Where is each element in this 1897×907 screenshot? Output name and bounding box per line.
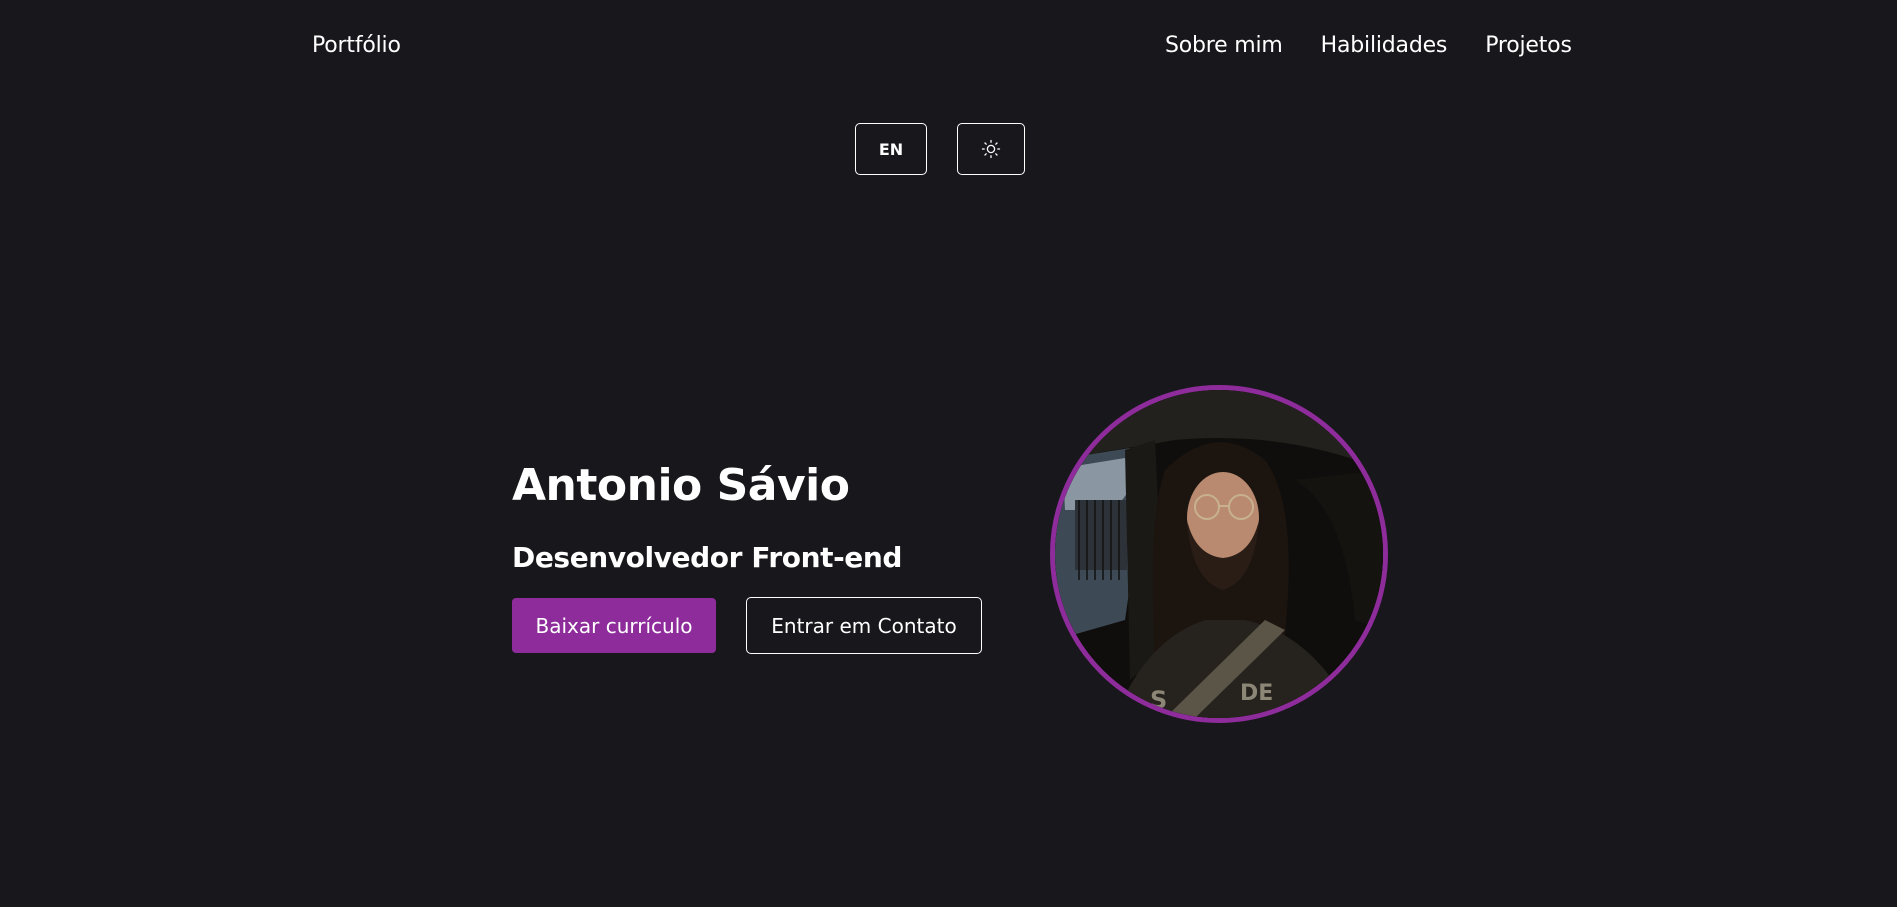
main-nav: Sobre mim Habilidades Projetos [1165, 33, 1572, 58]
svg-text:S: S [1150, 686, 1167, 714]
theme-toggle-button[interactable] [957, 123, 1025, 175]
contact-button[interactable]: Entrar em Contato [746, 597, 982, 654]
nav-item-habilidades[interactable]: Habilidades [1321, 33, 1448, 58]
svg-text:DE: DE [1240, 681, 1273, 706]
page: Portfólio Sobre mim Habilidades Projetos… [0, 0, 1897, 907]
download-resume-button[interactable]: Baixar currículo [512, 598, 716, 653]
hero-role: Desenvolvedor Front-end [512, 541, 903, 574]
language-toggle-button[interactable]: EN [855, 123, 927, 175]
nav-item-projetos[interactable]: Projetos [1485, 33, 1572, 58]
nav-item-sobre-mim[interactable]: Sobre mim [1165, 33, 1283, 58]
profile-photo: S DE [1050, 385, 1388, 723]
hero-name: Antonio Sávio [512, 460, 850, 511]
brand-logo-link[interactable]: Portfólio [312, 33, 401, 58]
sun-icon [981, 139, 1001, 159]
